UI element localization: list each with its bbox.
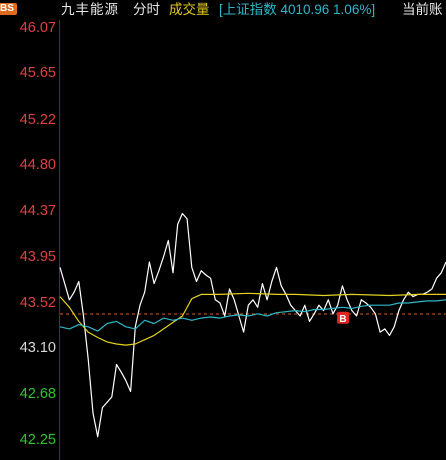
intraday-chart[interactable]: B: [0, 0, 446, 460]
buy-marker[interactable]: B: [337, 311, 350, 325]
average-price-line: [59, 292, 446, 346]
index-line: [59, 299, 446, 332]
buy-marker-label: B: [339, 314, 346, 325]
price-line: [59, 212, 446, 438]
